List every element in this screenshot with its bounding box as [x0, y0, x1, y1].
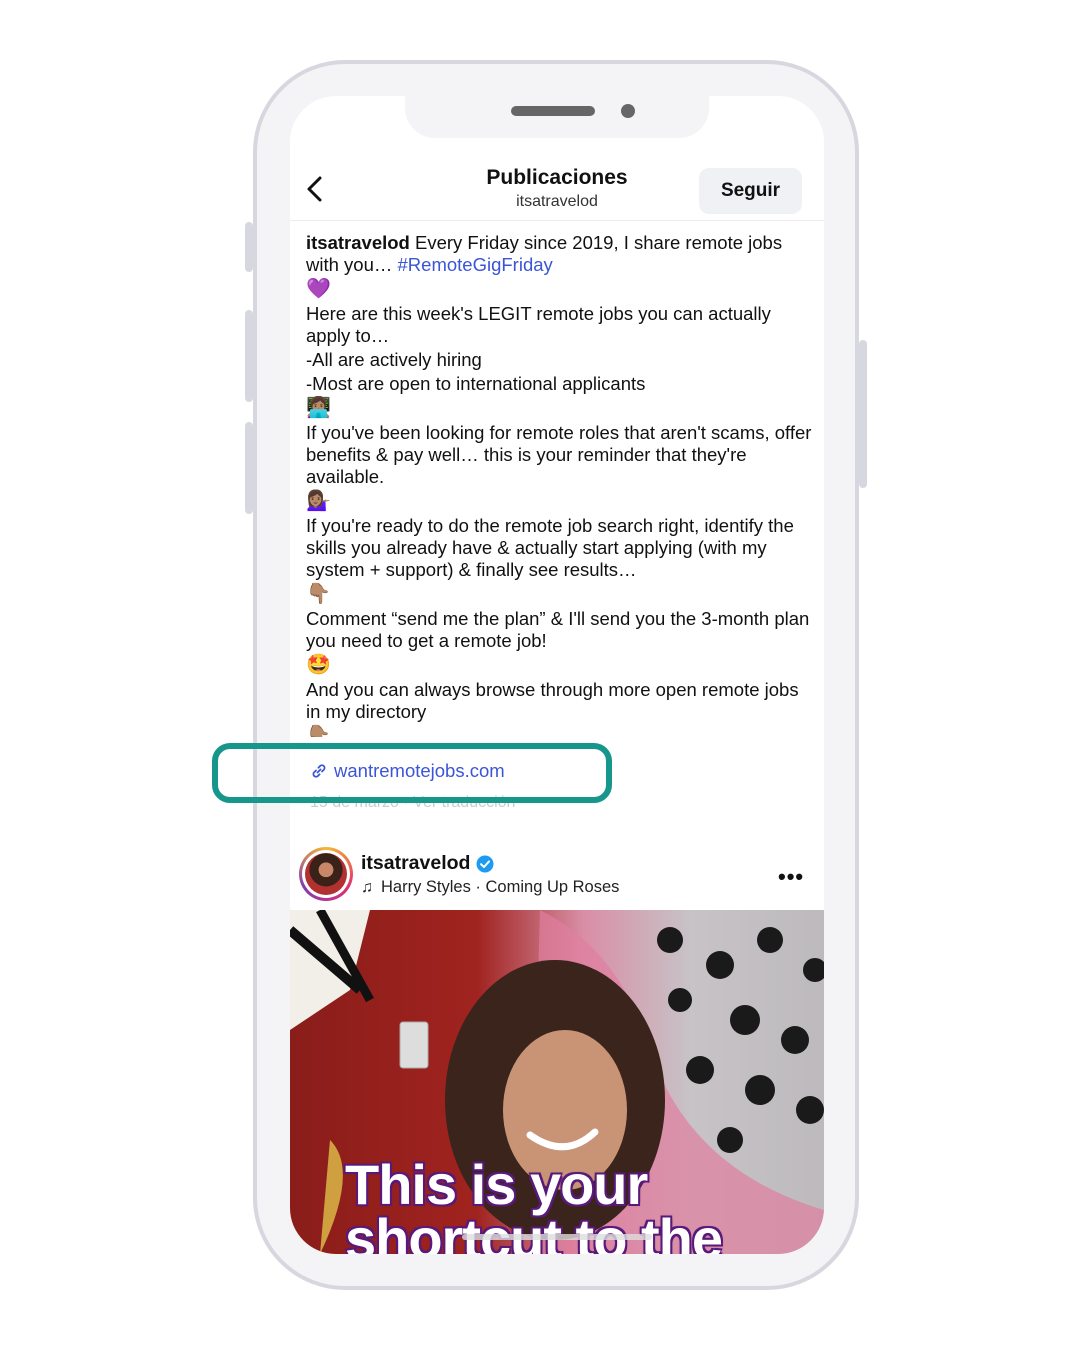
phone-screen: Publicaciones itsatravelod Seguir itsatr…: [290, 96, 824, 1254]
verified-badge-icon: [476, 855, 494, 872]
purple-heart-emoji: 💜: [306, 278, 331, 300]
speaker: [511, 106, 595, 116]
post-username-row[interactable]: itsatravelod: [361, 852, 494, 875]
technologist-emoji: 👩🏽‍💻: [306, 397, 331, 419]
caption-username[interactable]: itsatravelod: [306, 232, 410, 253]
music-track[interactable]: Harry Styles · Coming Up Roses: [381, 878, 619, 897]
pointing-down-emoji: 👇🏽: [306, 725, 331, 737]
overlay-line: This is your: [345, 1153, 648, 1216]
hashtag-link[interactable]: #RemoteGigFriday: [398, 254, 553, 275]
link-highlight-frame: [212, 743, 612, 803]
more-options-button[interactable]: •••: [778, 864, 804, 890]
caption-paragraph: If you're ready to do the remote job sea…: [306, 515, 794, 580]
caption-paragraph: -All are actively hiring: [306, 349, 482, 370]
music-note-icon: ♫: [361, 878, 373, 896]
avatar-photo: [305, 853, 347, 895]
phone-power-button: [859, 340, 867, 488]
star-struck-emoji: 🤩: [306, 654, 331, 676]
phone-volume-down: [245, 422, 253, 514]
caption-paragraph: Comment “send me the plan” & I'll send y…: [306, 608, 810, 651]
tipping-hand-emoji: 💁🏽‍♀️: [306, 490, 331, 512]
follow-button[interactable]: Seguir: [699, 168, 802, 214]
camera: [621, 104, 635, 118]
caption-paragraph: And you can always browse through more o…: [306, 679, 799, 722]
caption-paragraph: Here are this week's LEGIT remote jobs y…: [306, 303, 771, 346]
phone-volume-up: [245, 310, 253, 402]
home-indicator[interactable]: [462, 1234, 652, 1240]
top-bar: Publicaciones itsatravelod Seguir: [290, 156, 824, 221]
phone-side-button: [245, 222, 253, 272]
caption-paragraph: -Most are open to international applican…: [306, 373, 646, 394]
overlay-line: shortcut to the: [345, 1207, 723, 1255]
post-image[interactable]: This is your shortcut to the: [290, 910, 824, 1254]
avatar-ring: [302, 850, 350, 898]
caption-paragraph: If you've been looking for remote roles …: [306, 422, 812, 487]
notch: [405, 96, 709, 138]
post-caption: itsatravelod Every Friday since 2019, I …: [306, 232, 812, 737]
music-info[interactable]: ♫ Harry Styles · Coming Up Roses: [361, 878, 619, 897]
pointing-down-emoji: 👇🏽: [306, 583, 331, 605]
post-username[interactable]: itsatravelod: [361, 852, 470, 875]
caption-first-line: itsatravelod Every Friday since 2019, I …: [306, 232, 812, 276]
avatar[interactable]: [299, 847, 353, 901]
